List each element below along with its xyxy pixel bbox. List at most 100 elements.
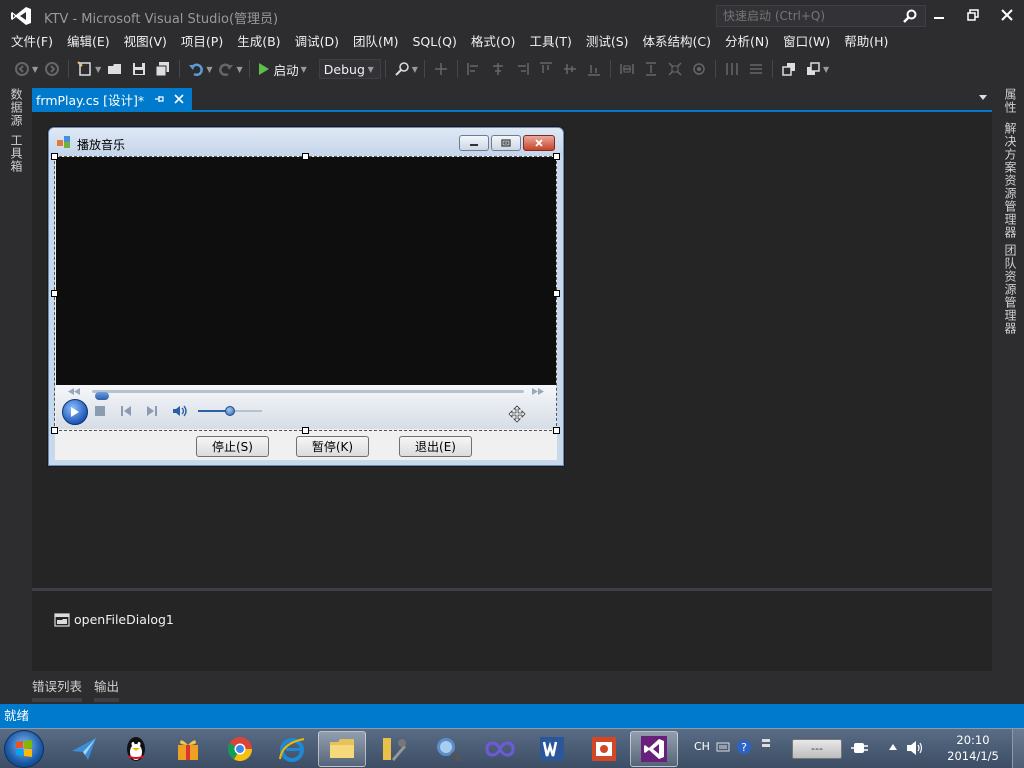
team-explorer-tab[interactable]: 团队资源管理器 bbox=[1002, 244, 1019, 335]
taskbar-tools-app[interactable] bbox=[370, 731, 418, 767]
open-file-icon[interactable] bbox=[107, 61, 123, 77]
tab-frmplay-designer[interactable]: frmPlay.cs [设计]* bbox=[32, 88, 193, 110]
clock[interactable]: 20:10 2014/1/5 bbox=[938, 732, 1008, 764]
find-icon[interactable] bbox=[394, 61, 410, 77]
resize-handle[interactable] bbox=[51, 153, 58, 160]
align-tops-icon[interactable] bbox=[538, 61, 554, 77]
close-icon[interactable] bbox=[174, 94, 184, 104]
save-all-icon[interactable] bbox=[155, 61, 171, 77]
form-close-button[interactable] bbox=[523, 135, 555, 151]
resize-handle[interactable] bbox=[553, 153, 560, 160]
pause-button[interactable]: 暂停(K) bbox=[296, 436, 369, 457]
quick-launch[interactable] bbox=[716, 5, 926, 27]
resize-handle[interactable] bbox=[51, 290, 58, 297]
bring-to-front-icon[interactable] bbox=[781, 61, 797, 77]
network-status-widget[interactable]: --- bbox=[792, 739, 842, 759]
solution-explorer-tab[interactable]: 解决方案资源管理器 bbox=[1002, 122, 1019, 239]
toolbox-tab[interactable]: 工具箱 bbox=[8, 134, 25, 173]
make-same-size-icon[interactable] bbox=[667, 61, 683, 77]
make-same-height-icon[interactable] bbox=[643, 61, 659, 77]
resize-handle[interactable] bbox=[302, 153, 309, 160]
open-file-dialog-component[interactable]: openFileDialog1 bbox=[54, 612, 174, 627]
close-button[interactable] bbox=[994, 4, 1020, 26]
menu-window[interactable]: 窗口(W) bbox=[776, 32, 837, 54]
menu-sql[interactable]: SQL(Q) bbox=[406, 32, 464, 54]
taskbar-infinity-app[interactable] bbox=[476, 731, 524, 767]
resize-handle[interactable] bbox=[51, 427, 58, 434]
input-language[interactable]: CH bbox=[694, 740, 710, 753]
size-to-grid-icon[interactable] bbox=[691, 61, 707, 77]
minimize-button[interactable] bbox=[926, 4, 952, 26]
align-to-grid-icon[interactable] bbox=[433, 61, 449, 77]
menu-help[interactable]: 帮助(H) bbox=[837, 32, 895, 54]
menu-debug[interactable]: 调试(D) bbox=[288, 32, 346, 54]
options-icon[interactable] bbox=[760, 737, 772, 751]
taskbar-chrome-app[interactable] bbox=[216, 731, 264, 767]
search-icon[interactable] bbox=[903, 9, 917, 23]
taskbar-search-app[interactable] bbox=[424, 731, 472, 767]
menu-build[interactable]: 生成(B) bbox=[230, 32, 287, 54]
exit-button[interactable]: 退出(E) bbox=[399, 436, 472, 457]
menu-edit[interactable]: 编辑(E) bbox=[60, 32, 117, 54]
menu-test[interactable]: 测试(S) bbox=[579, 32, 636, 54]
menu-architecture[interactable]: 体系结构(C) bbox=[636, 32, 718, 54]
taskbar-explorer-app[interactable] bbox=[318, 731, 366, 767]
data-sources-tab[interactable]: 数据源 bbox=[8, 88, 25, 127]
restore-button[interactable] bbox=[960, 4, 986, 26]
make-same-width-icon[interactable] bbox=[619, 61, 635, 77]
menu-project[interactable]: 项目(P) bbox=[174, 32, 230, 54]
resize-handle[interactable] bbox=[302, 427, 309, 434]
chevron-down-icon[interactable]: ▼ bbox=[823, 65, 829, 74]
horizontal-spacing-icon[interactable] bbox=[724, 61, 740, 77]
taskbar-feige-app[interactable] bbox=[60, 731, 108, 767]
menu-team[interactable]: 团队(M) bbox=[346, 32, 406, 54]
vertical-spacing-icon[interactable] bbox=[748, 61, 764, 77]
align-lefts-icon[interactable] bbox=[466, 61, 482, 77]
taskbar-visual-studio-app[interactable] bbox=[630, 731, 678, 767]
tab-error-list[interactable]: 错误列表 bbox=[32, 676, 83, 702]
power-plug-icon[interactable] bbox=[850, 740, 870, 756]
menu-analyze[interactable]: 分析(N) bbox=[718, 32, 776, 54]
navigate-forward-icon[interactable] bbox=[44, 61, 60, 77]
new-project-icon[interactable] bbox=[77, 61, 93, 77]
taskbar-powerpoint-app[interactable] bbox=[580, 731, 628, 767]
taskbar-ie-app[interactable] bbox=[268, 731, 316, 767]
chevron-down-icon[interactable]: ▼ bbox=[236, 65, 242, 74]
pin-icon[interactable] bbox=[154, 94, 164, 104]
resize-handle[interactable] bbox=[553, 290, 560, 297]
show-hidden-icons-icon[interactable] bbox=[888, 743, 898, 751]
chevron-down-icon[interactable]: ▼ bbox=[32, 65, 38, 74]
chevron-down-icon[interactable] bbox=[978, 92, 988, 102]
send-to-back-icon[interactable] bbox=[805, 61, 821, 77]
align-rights-icon[interactable] bbox=[514, 61, 530, 77]
chevron-down-icon[interactable]: ▼ bbox=[301, 65, 307, 74]
windows-form[interactable]: 播放音乐 停止(S) 暂停(K) 退出(E) bbox=[48, 127, 564, 466]
navigate-back-icon[interactable] bbox=[14, 61, 30, 77]
form-minimize-button[interactable] bbox=[459, 135, 489, 151]
start-debugging-button[interactable]: 启动 ▼ bbox=[254, 60, 313, 79]
menu-format[interactable]: 格式(O) bbox=[464, 32, 523, 54]
menu-view[interactable]: 视图(V) bbox=[117, 32, 174, 54]
chevron-down-icon[interactable]: ▼ bbox=[412, 65, 418, 74]
redo-icon[interactable] bbox=[218, 61, 234, 77]
save-icon[interactable] bbox=[131, 61, 147, 77]
solution-configuration-select[interactable]: Debug ▼ bbox=[318, 59, 381, 79]
show-desktop-button[interactable] bbox=[1012, 729, 1024, 768]
taskbar-word-app[interactable] bbox=[528, 731, 576, 767]
align-bottoms-icon[interactable] bbox=[586, 61, 602, 77]
stop-button[interactable]: 停止(S) bbox=[196, 436, 269, 457]
volume-icon[interactable] bbox=[906, 740, 924, 756]
taskbar-gift-app[interactable] bbox=[164, 731, 212, 767]
taskbar-qq-app[interactable] bbox=[112, 731, 160, 767]
keyboard-icon[interactable] bbox=[716, 741, 730, 753]
help-icon[interactable]: ? bbox=[736, 739, 752, 755]
tab-output[interactable]: 输出 bbox=[94, 676, 120, 702]
quick-launch-input[interactable] bbox=[717, 6, 897, 26]
properties-tab[interactable]: 属性 bbox=[1002, 88, 1019, 114]
menu-tools[interactable]: 工具(T) bbox=[522, 32, 578, 54]
chevron-down-icon[interactable]: ▼ bbox=[95, 65, 101, 74]
menu-file[interactable]: 文件(F) bbox=[4, 32, 60, 54]
start-button[interactable] bbox=[4, 730, 44, 768]
resize-handle[interactable] bbox=[553, 427, 560, 434]
align-middles-icon[interactable] bbox=[562, 61, 578, 77]
